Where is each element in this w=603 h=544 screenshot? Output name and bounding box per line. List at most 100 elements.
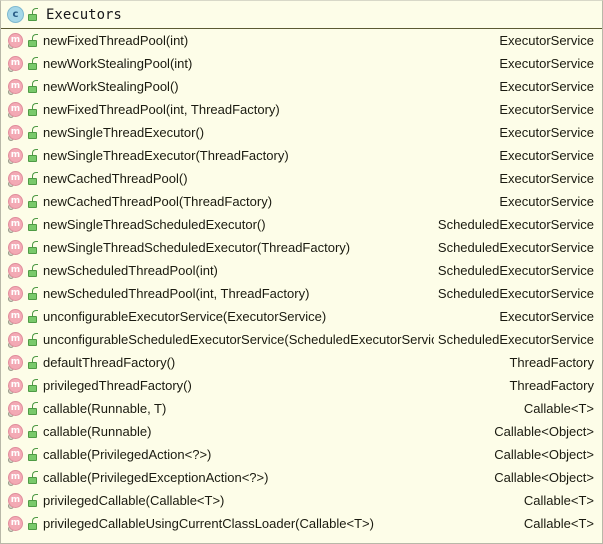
lock-body: [28, 362, 37, 369]
list-item[interactable]: m privilegedCallableUsingCurrentClassLoad…: [1, 512, 602, 535]
lock-body: [28, 201, 37, 208]
member-signature: newFixedThreadPool(int, ThreadFactory): [43, 102, 280, 117]
member-signature: callable(PrivilegedAction<?>): [43, 447, 212, 462]
method-icon: m: [7, 377, 24, 395]
member-return-type: Callable<T>: [523, 401, 594, 416]
list-item[interactable]: m newCachedThreadPool(ThreadFactory) Execu…: [1, 190, 602, 213]
lock-body: [28, 316, 37, 323]
member-signature: newScheduledThreadPool(int): [43, 263, 218, 278]
list-item[interactable]: m newSingleThreadScheduledExecutor() Sched…: [1, 213, 602, 236]
public-unlocked-icon: [27, 126, 38, 139]
method-icon-glyph: m: [10, 288, 21, 298]
list-item[interactable]: m newScheduledThreadPool(int, ThreadFacto…: [1, 282, 602, 305]
public-unlocked-icon: [27, 333, 38, 346]
member-return-type: ExecutorService: [499, 102, 594, 117]
list-item[interactable]: m newSingleThreadScheduledExecutor(Thread…: [1, 236, 602, 259]
list-item[interactable]: m defaultThreadFactory() ThreadFactory: [1, 351, 602, 374]
lock-body: [28, 178, 37, 185]
list-item[interactable]: m newFixedThreadPool(int) ExecutorService: [1, 29, 602, 52]
method-icon: m: [7, 101, 24, 119]
member-return-type: Callable<Object>: [494, 470, 594, 485]
method-icon-glyph: m: [10, 426, 21, 436]
method-icon: m: [7, 124, 24, 142]
member-return-type: ExecutorService: [499, 125, 594, 140]
lock-body: [28, 86, 37, 93]
method-icon: m: [7, 193, 24, 211]
list-item[interactable]: m newSingleThreadExecutor() ExecutorServic…: [1, 121, 602, 144]
member-return-type: ThreadFactory: [509, 378, 594, 393]
list-item[interactable]: m callable(Runnable, T) Callable<T>: [1, 397, 602, 420]
method-icon-glyph: m: [10, 265, 21, 275]
member-signature: privilegedThreadFactory(): [43, 378, 192, 393]
list-item[interactable]: m callable(PrivilegedAction<?>) Callable<O…: [1, 443, 602, 466]
method-icon: m: [7, 170, 24, 188]
method-icon: m: [7, 469, 24, 487]
public-unlocked-icon: [27, 241, 38, 254]
public-unlocked-icon: [27, 471, 38, 484]
lock-body: [28, 132, 37, 139]
list-item[interactable]: m unconfigurableExecutorService(ExecutorS…: [1, 305, 602, 328]
public-unlocked-icon: [27, 356, 38, 369]
method-icon-glyph: m: [10, 357, 21, 367]
lock-body: [28, 40, 37, 47]
member-signature: newSingleThreadScheduledExecutor(ThreadF…: [43, 240, 351, 255]
list-item[interactable]: m privilegedThreadFactory() ThreadFactory: [1, 374, 602, 397]
method-icon: m: [7, 423, 24, 441]
method-icon-glyph: m: [10, 150, 21, 160]
lock-body: [28, 270, 37, 277]
class-header-row[interactable]: c Executors: [1, 1, 602, 28]
public-unlocked-icon: [27, 8, 38, 21]
list-item[interactable]: m newWorkStealingPool() ExecutorService: [1, 75, 602, 98]
member-list: m newFixedThreadPool(int) ExecutorService m…: [1, 29, 602, 535]
method-icon-glyph: m: [10, 104, 21, 114]
list-item[interactable]: m unconfigurableScheduledExecutorService(…: [1, 328, 602, 351]
member-return-type: ExecutorService: [499, 79, 594, 94]
method-icon-glyph: m: [10, 219, 21, 229]
list-item[interactable]: m callable(Runnable) Callable<Object>: [1, 420, 602, 443]
lock-body: [28, 500, 37, 507]
public-unlocked-icon: [27, 172, 38, 185]
member-return-type: ExecutorService: [499, 194, 594, 209]
member-return-type: ThreadFactory: [509, 355, 594, 370]
list-item[interactable]: m newCachedThreadPool() ExecutorService: [1, 167, 602, 190]
class-icon-glyph: c: [12, 9, 19, 20]
method-icon-glyph: m: [10, 58, 21, 68]
method-icon-glyph: m: [10, 173, 21, 183]
page-title: Executors: [46, 6, 122, 23]
method-icon: m: [7, 285, 24, 303]
member-signature: callable(PrivilegedExceptionAction<?>): [43, 470, 269, 485]
method-icon-glyph: m: [10, 380, 21, 390]
lock-body: [28, 477, 37, 484]
member-return-type: ScheduledExecutorService: [437, 217, 594, 232]
method-icon: m: [7, 331, 24, 349]
member-return-type: ExecutorService: [499, 309, 594, 324]
list-item[interactable]: m privilegedCallable(Callable<T>) Callable…: [1, 489, 602, 512]
member-signature: callable(Runnable, T): [43, 401, 167, 416]
member-signature: newWorkStealingPool(): [43, 79, 179, 94]
member-return-type: ScheduledExecutorService: [437, 240, 594, 255]
list-item[interactable]: m newScheduledThreadPool(int) ScheduledExe…: [1, 259, 602, 282]
method-icon-glyph: m: [10, 449, 21, 459]
public-unlocked-icon: [27, 287, 38, 300]
public-unlocked-icon: [27, 425, 38, 438]
member-return-type: ExecutorService: [499, 33, 594, 48]
list-item[interactable]: m callable(PrivilegedExceptionAction<?>) C…: [1, 466, 602, 489]
public-unlocked-icon: [27, 149, 38, 162]
public-unlocked-icon: [27, 402, 38, 415]
list-item[interactable]: m newFixedThreadPool(int, ThreadFactory) E…: [1, 98, 602, 121]
member-return-type: ScheduledExecutorService: [437, 332, 594, 347]
member-signature: newWorkStealingPool(int): [43, 56, 193, 71]
member-return-type: ScheduledExecutorService: [437, 286, 594, 301]
lock-body: [28, 523, 37, 530]
member-signature: unconfigurableScheduledExecutorService(S…: [43, 332, 434, 347]
public-unlocked-icon: [27, 517, 38, 530]
lock-body: [28, 155, 37, 162]
lock-body: [28, 247, 37, 254]
method-icon: m: [7, 55, 24, 73]
list-item[interactable]: m newWorkStealingPool(int) ExecutorService: [1, 52, 602, 75]
method-icon: m: [7, 446, 24, 464]
method-icon-glyph: m: [10, 495, 21, 505]
member-signature: privilegedCallable(Callable<T>): [43, 493, 225, 508]
lock-body: [28, 63, 37, 70]
list-item[interactable]: m newSingleThreadExecutor(ThreadFactory) E…: [1, 144, 602, 167]
